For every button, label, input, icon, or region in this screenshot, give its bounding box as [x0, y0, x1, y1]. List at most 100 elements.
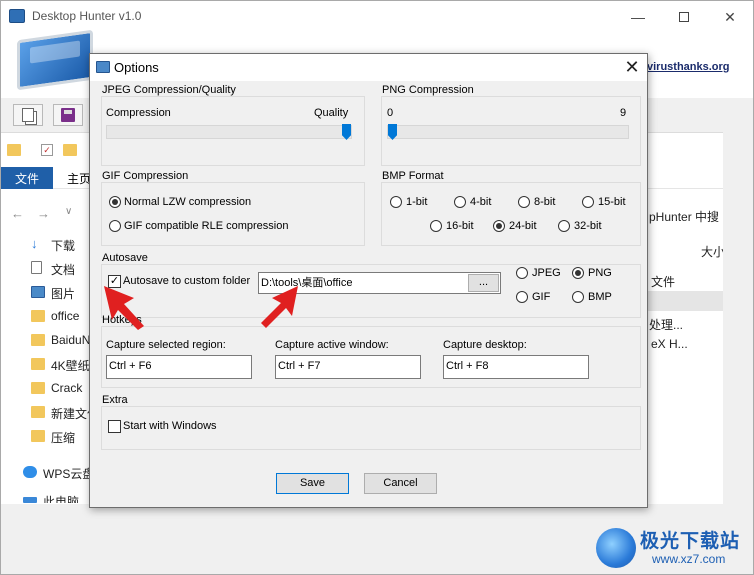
sidebar-item: 下载 — [51, 239, 76, 253]
png-group-label: PNG Compression — [382, 84, 474, 96]
png-max-label: 9 — [620, 107, 627, 119]
autosave-jpeg-radio[interactable] — [516, 267, 528, 279]
minimize-button[interactable]: — — [615, 3, 661, 31]
format-label: JPEG — [532, 267, 561, 279]
png-compression-slider[interactable] — [387, 124, 629, 140]
maximize-icon — [679, 12, 689, 22]
bmp-option-label: 8-bit — [534, 196, 556, 208]
sidebar-item: 图片 — [51, 287, 76, 301]
watermark: 极光下载站 www.xz7.com — [594, 524, 746, 570]
desktop-hotkey-input[interactable]: Ctrl + F8 — [443, 355, 589, 379]
app-icon — [9, 9, 25, 23]
dialog-title: Options — [114, 60, 159, 75]
options-dialog: Options ✕ JPEG Compression/Quality Compr… — [89, 53, 648, 508]
bmp-4bit-radio[interactable] — [454, 196, 466, 208]
column-header-size: 大小 — [701, 245, 723, 259]
bmp-16bit-radio[interactable] — [430, 220, 442, 232]
bmp-group-label: BMP Format — [382, 170, 444, 182]
start-with-windows-checkbox[interactable] — [108, 420, 121, 433]
bmp-option-label: 16-bit — [446, 220, 474, 232]
format-label: GIF — [532, 291, 551, 303]
dialog-close-button[interactable]: ✕ — [620, 56, 644, 78]
jpeg-quality-slider[interactable] — [106, 124, 352, 140]
dialog-titlebar: Options ✕ — [90, 54, 647, 81]
format-label: PNG — [588, 267, 612, 279]
bmp-15bit-radio[interactable] — [582, 196, 594, 208]
website-link[interactable]: virusthanks.org — [647, 61, 730, 73]
sidebar-item: WPS云盘 — [43, 467, 95, 481]
file-type-text: eX H... — [651, 337, 688, 351]
quality-label: Quality — [314, 107, 349, 119]
bmp-8bit-radio[interactable] — [518, 196, 530, 208]
right-strip — [723, 132, 753, 504]
picture-icon — [31, 286, 45, 298]
sidebar-item: 此电脑 — [43, 495, 80, 503]
folder-icon — [31, 406, 45, 418]
cloud-icon — [23, 466, 37, 478]
cancel-button[interactable]: Cancel — [364, 473, 437, 494]
sidebar-item: 4K壁纸 — [51, 359, 90, 373]
extra-group: Extra Start with Windows — [101, 394, 641, 450]
jpeg-group-label: JPEG Compression/Quality — [102, 84, 236, 96]
bmp-group: BMP Format 1-bit 4-bit 8-bit 15-bit 16-b… — [381, 170, 641, 246]
format-label: BMP — [588, 291, 612, 303]
bmp-option-label: 32-bit — [574, 220, 602, 232]
ribbon-tab-file: 文件 — [1, 167, 53, 189]
gif-group-label: GIF Compression — [102, 170, 189, 182]
folder-icon — [31, 358, 45, 370]
close-window-button[interactable]: ✕ — [707, 3, 753, 31]
slider-thumb[interactable] — [388, 124, 397, 140]
bmp-option-label: 1-bit — [406, 196, 428, 208]
chevron-down-icon: ∨ — [65, 206, 73, 217]
autosave-group-label: Autosave — [102, 252, 148, 264]
bmp-option-label: 24-bit — [509, 220, 537, 232]
png-group: PNG Compression 0 9 — [381, 84, 641, 166]
folder-icon — [31, 382, 45, 394]
annotation-arrow-icon — [261, 286, 298, 328]
hotkeys-group: Hotkeys Capture selected region: Ctrl + … — [101, 314, 641, 388]
ribbon-tab-home: 主页 — [67, 172, 92, 186]
autosave-gif-radio[interactable] — [516, 291, 528, 303]
extra-group-label: Extra — [102, 394, 128, 406]
download-icon: ↓ — [31, 236, 38, 251]
save-toolbar-button[interactable] — [53, 104, 83, 126]
bmp-24bit-radio[interactable] — [493, 220, 505, 232]
jpeg-group: JPEG Compression/Quality Compression Qua… — [101, 84, 365, 166]
copy-button[interactable] — [13, 104, 43, 126]
explorer-search-text: pHunter 中搜 — [649, 210, 720, 224]
desktop-hotkey-label: Capture desktop: — [443, 339, 527, 351]
forward-arrow-icon: → — [37, 206, 50, 221]
bmp-1bit-radio[interactable] — [390, 196, 402, 208]
bmp-32bit-radio[interactable] — [558, 220, 570, 232]
main-titlebar: Desktop Hunter v1.0 — ✕ — [1, 1, 753, 32]
autosave-group: Autosave ✓ Autosave to custom folder D:\… — [101, 252, 641, 318]
sidebar-item: 压缩 — [51, 431, 76, 445]
desktop-hunter-logo — [17, 29, 93, 97]
folder-icon — [63, 144, 77, 156]
computer-icon — [23, 497, 37, 503]
save-icon — [61, 108, 75, 122]
folder-icon — [7, 144, 21, 156]
autosave-bmp-radio[interactable] — [572, 291, 584, 303]
browse-button[interactable]: ... — [468, 274, 499, 292]
slider-thumb[interactable] — [342, 124, 351, 140]
file-type-text: 处理... — [649, 318, 684, 332]
folder-icon — [31, 430, 45, 442]
gif-normal-lzw-radio[interactable] — [109, 196, 121, 208]
folder-icon — [31, 334, 45, 346]
sidebar-item: Crack — [51, 381, 83, 395]
watermark-text: 极光下载站 — [640, 531, 741, 552]
window-hotkey-label: Capture active window: — [275, 339, 389, 351]
autosave-png-radio[interactable] — [572, 267, 584, 279]
save-button[interactable]: Save — [276, 473, 349, 494]
sidebar-item: office — [51, 309, 80, 323]
document-icon — [31, 261, 42, 274]
checkbox-icon: ✓ — [41, 144, 53, 156]
explorer-sidebar: ↓ 下载 文档 图片 office BaiduN 4K壁纸 Crack 新建文件… — [1, 229, 99, 505]
gif-group: GIF Compression Normal LZW compression G… — [101, 170, 365, 246]
gif-rle-radio[interactable] — [109, 220, 121, 232]
maximize-button[interactable] — [661, 3, 707, 31]
window-hotkey-input[interactable]: Ctrl + F7 — [275, 355, 421, 379]
region-hotkey-input[interactable]: Ctrl + F6 — [106, 355, 252, 379]
sidebar-item: 文档 — [51, 263, 76, 277]
